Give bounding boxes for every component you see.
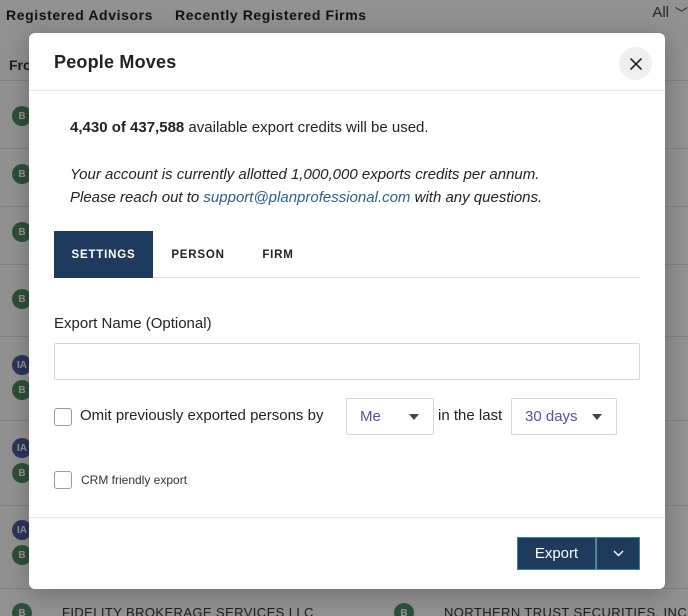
in-the-last-label: in the last	[438, 407, 503, 424]
close-button[interactable]	[619, 47, 652, 80]
export-button[interactable]: Export	[517, 537, 596, 570]
tab-person[interactable]: PERSON	[153, 231, 243, 278]
contact-notice: Please reach out to support@planprofessi…	[70, 189, 542, 206]
omit-by-select[interactable]: Me	[346, 398, 434, 435]
tab-firm[interactable]: FIRM	[243, 231, 313, 278]
crm-friendly-label: CRM friendly export	[81, 473, 188, 487]
caret-down-icon	[592, 414, 602, 420]
omit-by-value: Me	[360, 408, 381, 425]
caret-down-icon	[409, 414, 419, 420]
allotment-notice: Your account is currently allotted 1,000…	[70, 166, 540, 183]
contact-suffix: with any questions.	[410, 189, 543, 206]
chevron-down-icon	[613, 550, 623, 557]
credits-notice: 4,430 of 437,588 available export credit…	[70, 119, 429, 136]
modal-header: People Moves	[29, 33, 665, 91]
modal-title: People Moves	[54, 52, 177, 72]
export-name-input[interactable]	[54, 343, 640, 380]
footer-divider	[29, 517, 665, 518]
export-options-button[interactable]	[596, 537, 640, 570]
people-moves-modal: People Moves 4,430 of 437,588 available …	[29, 33, 665, 589]
tab-settings[interactable]: SETTINGS	[54, 231, 153, 278]
support-email-link[interactable]: support@planprofessional.com	[203, 189, 410, 206]
omit-exported-checkbox[interactable]	[54, 408, 72, 426]
credits-suffix: available export credits will be used.	[184, 119, 429, 136]
contact-prefix: Please reach out to	[70, 189, 204, 206]
credits-count: 4,430 of 437,588	[70, 119, 185, 136]
crm-friendly-checkbox[interactable]	[54, 471, 72, 489]
export-name-label: Export Name (Optional)	[54, 315, 212, 332]
omit-exported-label: Omit previously exported persons by	[80, 407, 324, 424]
modal-tabs: SETTINGS PERSON FIRM	[54, 231, 640, 278]
close-icon	[629, 57, 642, 70]
period-select[interactable]: 30 days	[511, 398, 617, 435]
period-value: 30 days	[525, 408, 578, 425]
